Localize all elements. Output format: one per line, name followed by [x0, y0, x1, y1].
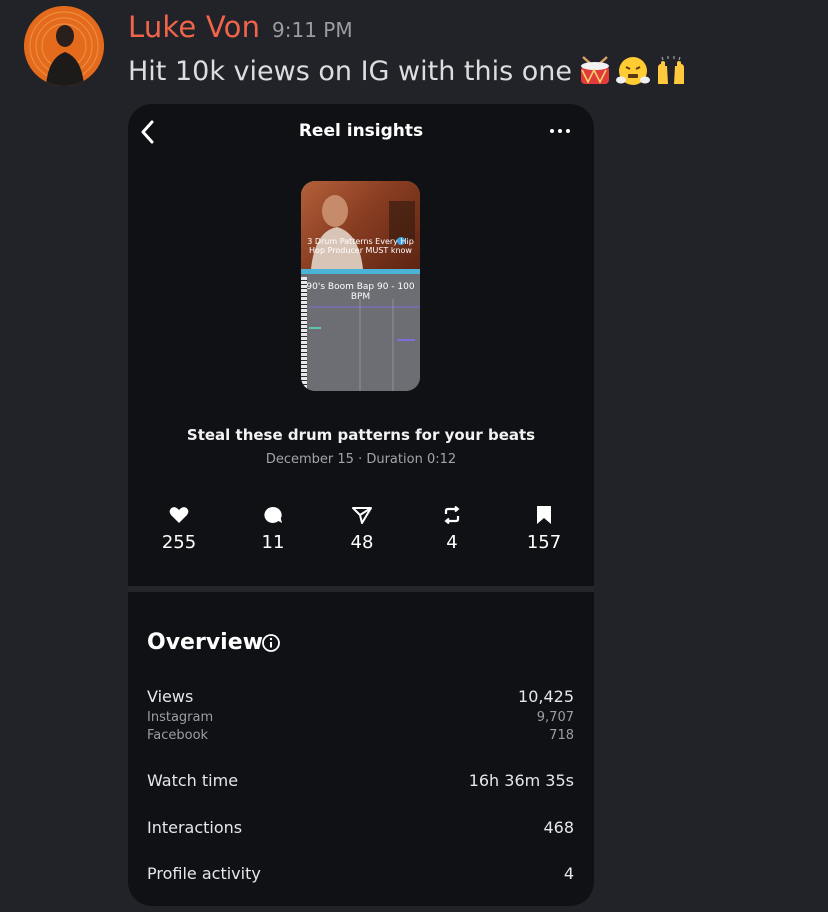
saves-stat[interactable]: 157 [504, 506, 584, 553]
facebook-value: 718 [549, 728, 574, 743]
top-bar: Reel insights [128, 104, 594, 160]
raising-hands-emoji [658, 56, 685, 84]
watch-time-value: 16h 36m 35s [468, 771, 574, 790]
watch-time-label: Watch time [147, 771, 239, 790]
views-value: 10,425 [518, 687, 574, 706]
bookmark-icon [537, 506, 551, 524]
avatar[interactable] [24, 6, 104, 86]
emoji-group [578, 54, 688, 88]
reposts-stat[interactable]: 4 [412, 506, 492, 553]
likes-count: 255 [161, 532, 197, 553]
more-options-icon[interactable] [548, 123, 572, 139]
section-divider [128, 586, 594, 592]
send-icon [352, 507, 372, 524]
author-name[interactable]: Luke Von [128, 10, 260, 44]
interactions-value: 468 [543, 818, 574, 837]
overview-heading: Overview [147, 630, 263, 655]
message-timestamp: 9:11 PM [272, 18, 353, 42]
comments-stat[interactable]: 11 [233, 506, 313, 553]
instagram-value: 9,707 [536, 710, 574, 725]
profile-activity-label: Profile activity [147, 864, 261, 883]
face-with-steam-emoji [616, 57, 651, 85]
reel-insights-card[interactable]: Reel insights 3 Drum Patterns Every Hip … [128, 104, 594, 906]
shares-stat[interactable]: 48 [322, 506, 402, 553]
message-text: Hit 10k views on IG with this one [128, 55, 573, 87]
thumbnail-subtext: 90's Boom Bap 90 - 100 BPM [306, 282, 415, 302]
shares-count: 48 [350, 532, 374, 553]
profile-activity-value: 4 [563, 864, 574, 883]
thumbnail-caption: 3 Drum Patterns Every Hip Hop Producer M… [307, 237, 414, 255]
heart-icon [169, 507, 189, 523]
thumbnail-scene [311, 195, 415, 269]
page-title: Reel insights [298, 121, 424, 141]
facebook-label: Facebook [147, 728, 209, 743]
comment-bubble-icon [264, 506, 282, 523]
drum-emoji [581, 56, 610, 84]
comments-count: 11 [261, 532, 285, 553]
message-text-row: Hit 10k views on IG with this one [128, 54, 688, 88]
likes-stat[interactable]: 255 [139, 506, 219, 553]
reel-thumbnail[interactable]: 3 Drum Patterns Every Hip Hop Producer M… [301, 181, 420, 391]
thumbnail-timeline-bar [301, 269, 420, 274]
reposts-count: 4 [446, 532, 458, 553]
saves-count: 157 [526, 532, 562, 553]
info-icon[interactable] [261, 633, 281, 653]
interactions-label: Interactions [147, 818, 243, 837]
reel-meta: December 15 · Duration 0:12 [265, 452, 457, 467]
instagram-label: Instagram [147, 710, 214, 725]
views-label: Views [147, 687, 194, 706]
repost-icon [444, 506, 460, 524]
reel-title: Steal these drum patterns for your beats [186, 426, 536, 444]
avatar-portrait [24, 6, 104, 86]
